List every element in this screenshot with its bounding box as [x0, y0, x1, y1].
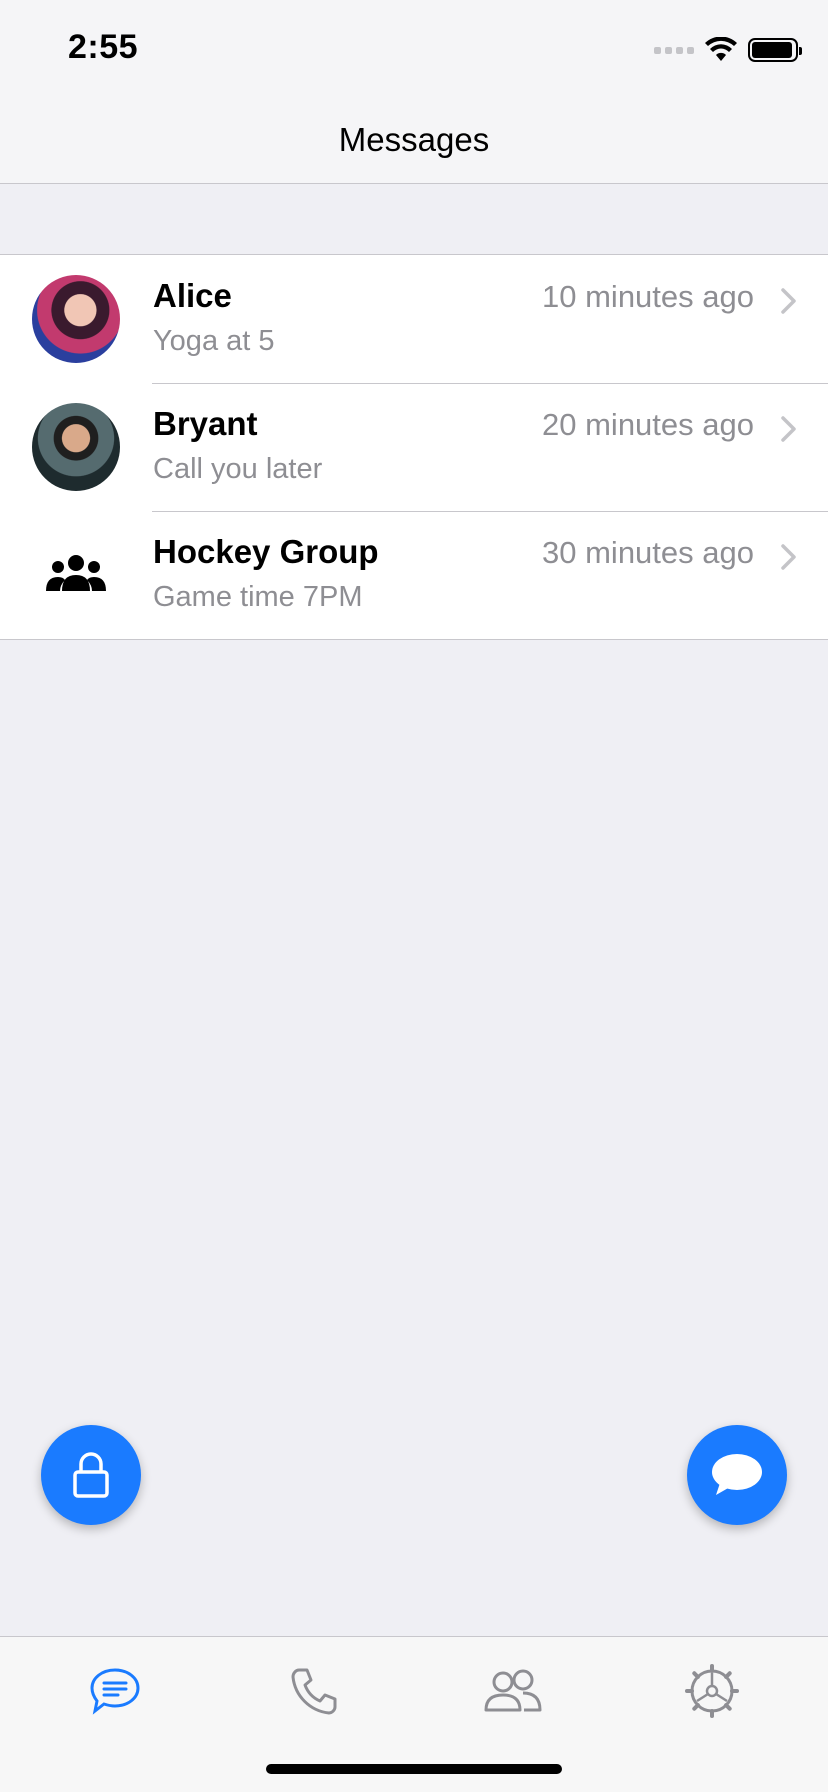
message-time: 30 minutes ago	[542, 535, 754, 570]
status-bar: 2:55	[0, 0, 828, 96]
status-time: 2:55	[68, 28, 139, 66]
chevron-right-icon	[781, 416, 796, 442]
tab-messages[interactable]	[75, 1651, 155, 1731]
contact-name: Alice	[153, 277, 232, 314]
phone-icon	[291, 1668, 337, 1715]
last-message: Game time 7PM	[153, 581, 363, 613]
contact-name: Hockey Group	[153, 533, 379, 570]
last-message: Call you later	[153, 453, 323, 485]
chat-bubble-icon	[712, 1454, 762, 1495]
messages-screen: 2:55 Messages Alice Yoga at 5 10 minutes…	[0, 0, 828, 1792]
lock-button[interactable]	[41, 1425, 141, 1525]
tab-contacts[interactable]	[473, 1651, 553, 1731]
cellular-signal-icon	[654, 46, 694, 54]
navigation-bar: Messages	[0, 96, 828, 184]
tab-calls[interactable]	[274, 1651, 354, 1731]
conversation-list: Alice Yoga at 5 10 minutes ago Bryant Ca…	[0, 254, 828, 640]
contact-name: Bryant	[153, 405, 258, 442]
page-title: Messages	[338, 120, 490, 158]
chevron-right-icon	[781, 288, 796, 314]
conversation-row-bryant[interactable]: Bryant Call you later 20 minutes ago	[0, 383, 828, 511]
new-message-button[interactable]	[687, 1425, 787, 1525]
conversation-row-hockey-group[interactable]: Hockey Group Game time 7PM 30 minutes ag…	[0, 511, 828, 639]
tab-settings[interactable]	[672, 1651, 752, 1731]
last-message: Yoga at 5	[153, 325, 275, 357]
settings-icon	[685, 1664, 739, 1718]
lock-icon	[73, 1452, 109, 1498]
wifi-icon	[705, 37, 737, 61]
home-indicator[interactable]	[266, 1764, 562, 1774]
status-indicators	[654, 36, 802, 64]
avatar	[32, 275, 120, 363]
chevron-right-icon	[781, 544, 796, 570]
battery-icon	[748, 38, 802, 62]
messages-icon	[90, 1668, 140, 1715]
contacts-icon	[484, 1669, 542, 1712]
avatar	[32, 403, 120, 491]
group-icon	[46, 555, 106, 591]
message-time: 20 minutes ago	[542, 407, 754, 442]
message-time: 10 minutes ago	[542, 279, 754, 314]
conversation-row-alice[interactable]: Alice Yoga at 5 10 minutes ago	[0, 255, 828, 383]
